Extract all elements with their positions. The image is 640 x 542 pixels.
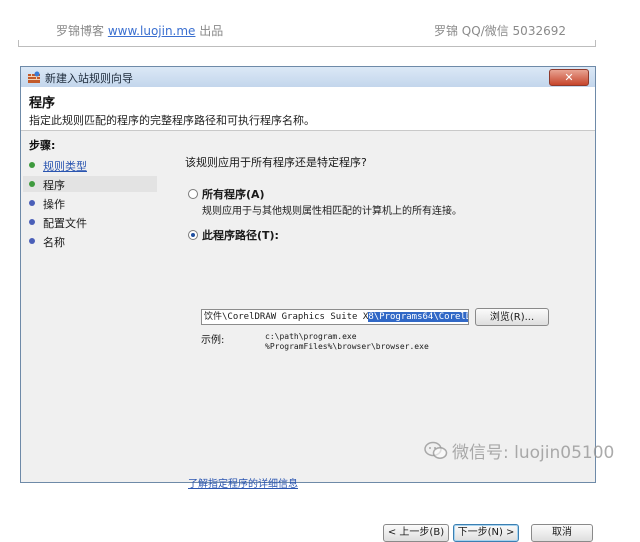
firewall-icon [28, 71, 40, 83]
back-button[interactable]: < 上一步(B) [383, 524, 449, 542]
path-text-selected: 8\Programs64\CorelDRW.exe [368, 312, 468, 322]
next-button[interactable]: 下一步(N) > [453, 524, 519, 542]
step-bullet-icon [29, 162, 35, 168]
credit-suffix: 出品 [199, 24, 224, 38]
scope-question: 该规则应用于所有程序还是特定程序? [185, 156, 367, 169]
all-programs-label[interactable]: 所有程序(A) [202, 186, 265, 202]
step-bullet-icon [29, 238, 35, 244]
header-credit: 罗锦博客 www.luojin.me 出品 [56, 22, 223, 39]
step-profile: 配置文件 [23, 214, 157, 230]
cancel-button[interactable]: 取消 [531, 524, 593, 542]
browse-button[interactable]: 浏览(R)... [475, 308, 549, 326]
step-bullet-icon [29, 219, 35, 225]
step-action: 操作 [23, 195, 157, 211]
content-panel: 该规则应用于所有程序还是特定程序? 所有程序(A) 规则应用于与其他规则属性相匹… [161, 131, 595, 542]
path-text: 饮件\CorelDRAW Graphics Suite X [204, 312, 369, 322]
step-name: 名称 [23, 233, 157, 249]
page-title: 程序 [29, 96, 56, 111]
wizard-header: 程序 指定此规则匹配的程序的完整程序路径和可执行程序名称。 [21, 87, 595, 131]
wechat-watermark: 微信号: luojin05100 [452, 443, 615, 463]
step-program[interactable]: 程序 [23, 176, 157, 192]
page-description: 指定此规则匹配的程序的完整程序路径和可执行程序名称。 [29, 114, 315, 127]
step-bullet-icon [29, 181, 35, 187]
step-label: 操作 [43, 198, 65, 211]
header-divider [18, 46, 596, 47]
step-label: 规则类型 [43, 160, 87, 173]
author-name: 罗锦博客 [56, 24, 105, 38]
program-path-label[interactable]: 此程序路径(T): [202, 227, 279, 243]
document-header: 罗锦博客 www.luojin.me 出品 罗锦 QQ/微信 5032692 [0, 0, 640, 58]
window-title: 新建入站规则向导 [45, 72, 133, 85]
all-programs-radio[interactable] [188, 189, 198, 199]
wizard-window: 新建入站规则向导 ✕ 程序 指定此规则匹配的程序的完整程序路径和可执行程序名称。… [20, 66, 596, 542]
example-path: %ProgramFiles%\browser\browser.exe [265, 342, 429, 351]
wechat-icon [424, 441, 448, 459]
title-bar[interactable]: 新建入站规则向导 ✕ [21, 67, 595, 88]
steps-heading: 步骤: [29, 139, 56, 152]
step-label: 程序 [43, 179, 65, 192]
blog-link[interactable]: www.luojin.me [108, 24, 196, 38]
steps-sidebar: 步骤: 规则类型 程序 操作 配置文件 名称 [21, 131, 159, 482]
example-path: c:\path\program.exe [265, 332, 357, 341]
header-contact: 罗锦 QQ/微信 5032692 [433, 24, 566, 38]
program-path-input[interactable]: 饮件\CorelDRAW Graphics Suite X8\Programs6… [201, 309, 469, 325]
all-programs-description: 规则应用于与其他规则属性相匹配的计算机上的所有连接。 [202, 206, 462, 217]
step-bullet-icon [29, 200, 35, 206]
close-button[interactable]: ✕ [549, 69, 589, 86]
step-label: 配置文件 [43, 217, 87, 230]
program-path-radio[interactable] [188, 230, 198, 240]
example-label: 示例: [201, 335, 225, 346]
step-label: 名称 [43, 236, 65, 249]
step-rule-type[interactable]: 规则类型 [23, 157, 157, 173]
